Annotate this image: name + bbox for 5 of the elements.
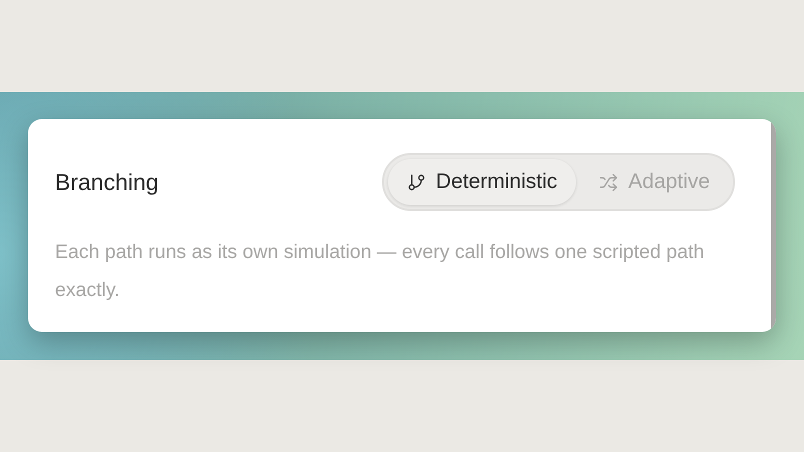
description: Each path runs as its own simulation — every call follows one scripted path exactly. [55,240,706,303]
shuffle-icon [599,172,618,192]
mode-tab[interactable]: Deterministic [388,159,576,205]
section-title: Branching [55,168,159,196]
branch-icon [406,172,426,192]
